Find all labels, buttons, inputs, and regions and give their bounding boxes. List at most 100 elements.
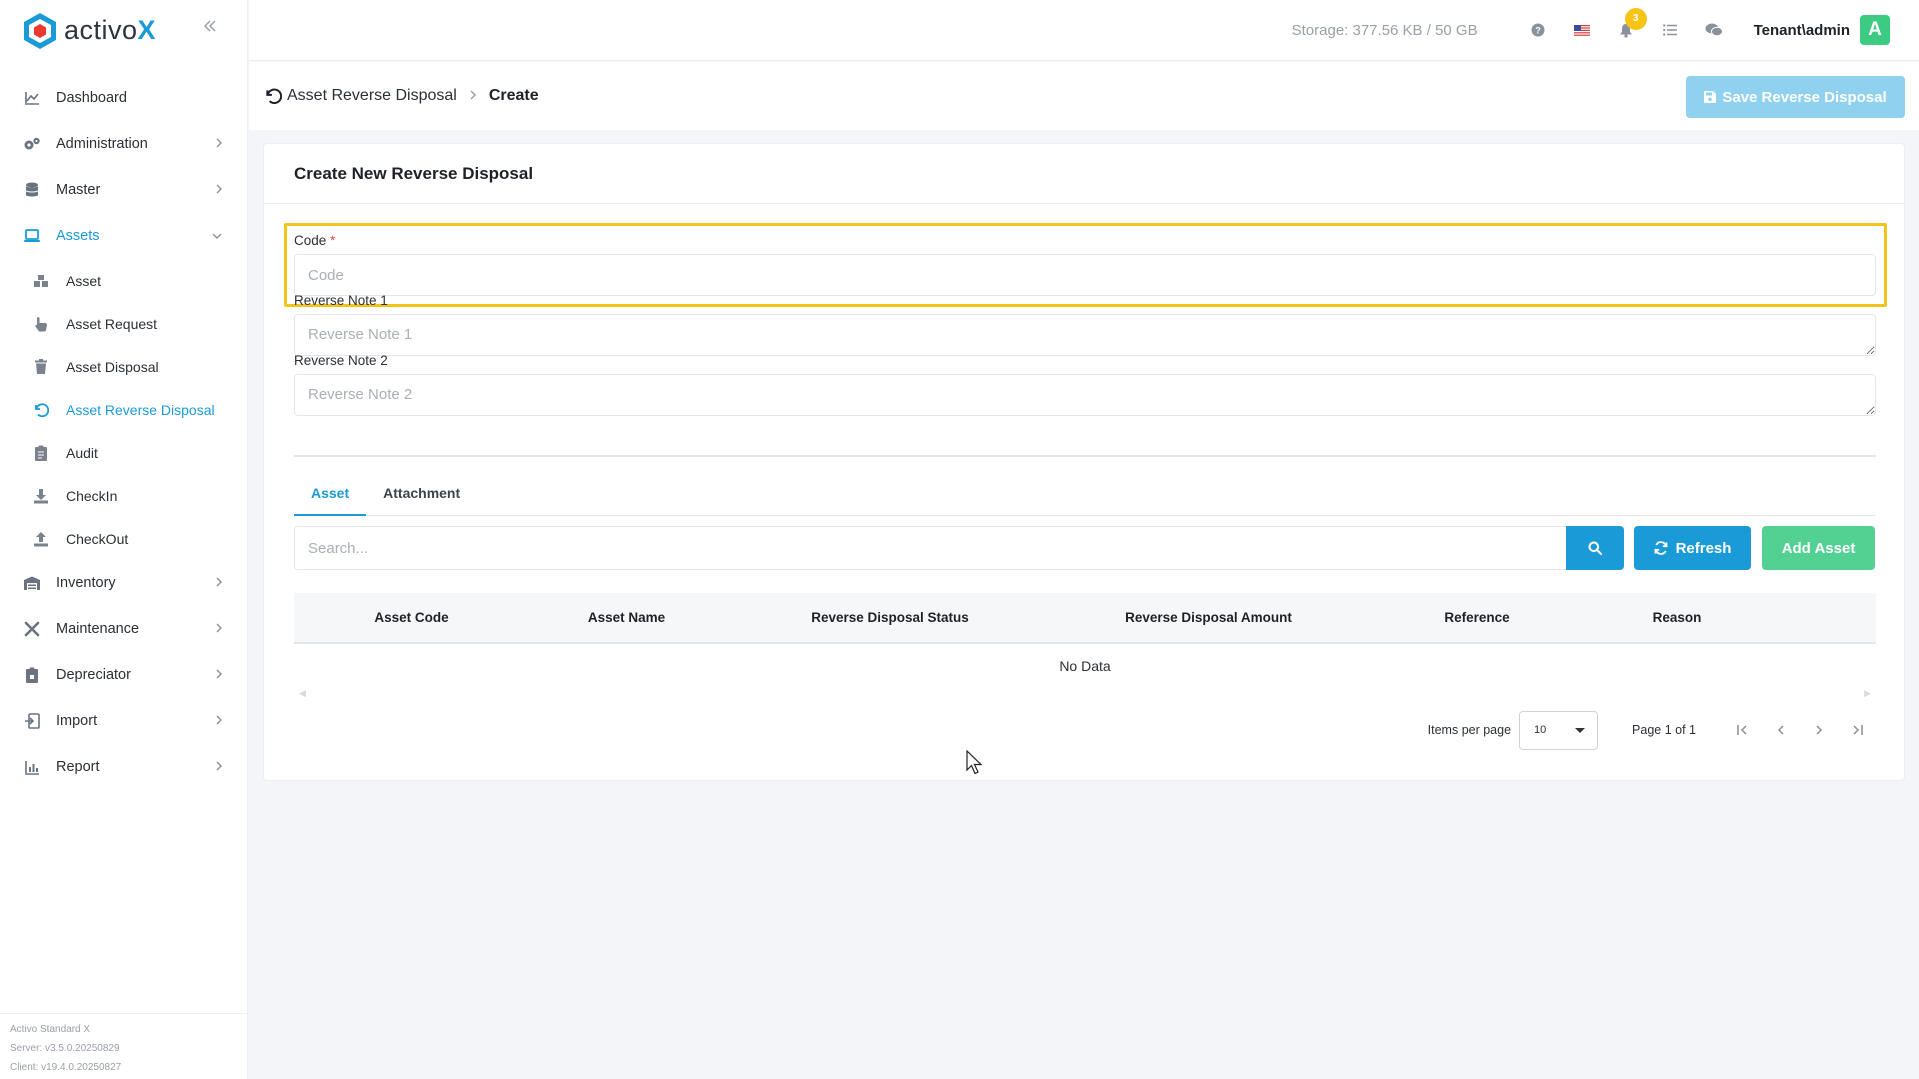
code-input[interactable] xyxy=(294,254,1876,296)
reverse-note-2-label: Reverse Note 2 xyxy=(294,353,388,368)
search-icon xyxy=(1588,541,1602,555)
trash-icon xyxy=(32,358,50,376)
sidebar-item-depreciator[interactable]: Depreciator xyxy=(0,652,247,698)
chevron-right-icon xyxy=(215,668,223,683)
boxes-icon xyxy=(32,272,50,290)
section-divider xyxy=(294,455,1876,457)
chevron-right-icon xyxy=(215,760,223,775)
chevron-right-icon xyxy=(215,183,223,198)
sidebar-item-dashboard[interactable]: Dashboard xyxy=(0,75,247,121)
us-flag-icon[interactable] xyxy=(1571,19,1593,41)
sidebar-subitem-asset[interactable]: Asset xyxy=(0,259,247,302)
import-icon xyxy=(22,711,42,731)
clipboard-list-icon xyxy=(32,444,50,462)
items-per-page-label: Items per page xyxy=(1427,723,1512,737)
reverse-note-1-label: Reverse Note 1 xyxy=(294,293,388,308)
reverse-note-2-input[interactable] xyxy=(294,374,1876,416)
paginator: Items per page 10 Page 1 of 1 xyxy=(294,710,1876,750)
horizontal-scrollbar[interactable]: ◀ ▶ xyxy=(294,688,1876,706)
sidebar-item-report[interactable]: Report xyxy=(0,744,247,790)
laptop-icon xyxy=(22,226,42,246)
sidebar-subitem-checkin[interactable]: CheckIn xyxy=(0,474,247,517)
items-per-page-select[interactable]: 10 xyxy=(1519,710,1599,750)
breadcrumb-current: Create xyxy=(488,87,539,104)
tab-attachment[interactable]: Attachment xyxy=(366,474,477,516)
last-page-icon[interactable] xyxy=(1838,711,1876,749)
bar-chart-icon xyxy=(22,757,42,777)
asset-search-row: Refresh Add Asset xyxy=(294,526,1876,570)
column-reverse-disposal-amount[interactable]: Reverse Disposal Amount xyxy=(1091,593,1326,642)
sidebar-item-master[interactable]: Master xyxy=(0,167,247,213)
save-reverse-disposal-button[interactable]: Save Reverse Disposal xyxy=(1686,76,1905,118)
sidebar-item-import[interactable]: Import xyxy=(0,698,247,744)
asset-search-input[interactable] xyxy=(294,526,1566,570)
column-asset-code[interactable]: Asset Code xyxy=(354,593,469,642)
breadcrumb-parent[interactable]: Asset Reverse Disposal xyxy=(287,87,457,105)
sidebar-subitem-asset-reverse-disposal[interactable]: Asset Reverse Disposal xyxy=(0,388,247,431)
help-icon[interactable]: ? xyxy=(1527,19,1549,41)
refresh-button[interactable]: Refresh xyxy=(1634,526,1751,570)
reverse-note-1-group: Reverse Note 1 xyxy=(294,293,1876,359)
required-marker: * xyxy=(330,233,336,248)
previous-page-icon[interactable] xyxy=(1762,711,1800,749)
undo-icon xyxy=(32,401,50,419)
download-icon xyxy=(32,487,50,505)
card-header: Create New Reverse Disposal xyxy=(264,144,1904,204)
column-reference[interactable]: Reference xyxy=(1417,593,1537,642)
scroll-left-icon[interactable]: ◀ xyxy=(299,688,306,699)
search-button[interactable] xyxy=(1566,526,1624,570)
sidebar-item-administration[interactable]: Administration xyxy=(0,121,247,167)
logo-text: activoX xyxy=(64,15,157,45)
avatar[interactable]: A xyxy=(1860,15,1890,45)
page-range: Page 1 of 1 xyxy=(1632,723,1696,737)
undo-icon xyxy=(263,86,283,106)
reverse-note-1-input[interactable] xyxy=(294,314,1876,356)
asset-table: Asset Code Asset Name Reverse Disposal S… xyxy=(294,593,1876,706)
add-asset-button[interactable]: Add Asset xyxy=(1762,526,1875,570)
sidebar-subitem-asset-disposal[interactable]: Asset Disposal xyxy=(0,345,247,388)
table-header: Asset Code Asset Name Reverse Disposal S… xyxy=(294,593,1876,644)
refresh-icon xyxy=(1654,541,1668,555)
next-page-icon[interactable] xyxy=(1800,711,1838,749)
top-bar: Storage: 377.56 KB / 50 GB ? 3 Tenant\ad… xyxy=(249,0,1919,61)
svg-text:?: ? xyxy=(1535,26,1541,36)
clipboard-icon xyxy=(22,665,42,685)
warehouse-icon xyxy=(22,573,42,593)
bell-icon[interactable]: 3 xyxy=(1615,8,1647,41)
tools-icon xyxy=(22,619,42,639)
user-name[interactable]: Tenant\admin xyxy=(1754,22,1850,39)
version-client: Client: v19.4.0.20250827 xyxy=(10,1062,122,1073)
version-info: Activo Standard X Server: v3.5.0.2025082… xyxy=(0,1013,248,1079)
first-page-icon[interactable] xyxy=(1724,711,1762,749)
chevron-right-icon xyxy=(215,576,223,591)
reverse-disposal-form-card: Create New Reverse Disposal Code * Rever… xyxy=(263,143,1905,781)
version-server: Server: v3.5.0.20250829 xyxy=(10,1043,120,1054)
collapse-sidebar-icon[interactable] xyxy=(199,17,221,39)
chat-icon[interactable] xyxy=(1703,19,1725,41)
code-label: Code * xyxy=(294,233,336,248)
logo[interactable]: activoX xyxy=(0,0,247,61)
reverse-note-2-group: Reverse Note 2 xyxy=(294,353,1876,419)
sidebar-item-assets[interactable]: Assets xyxy=(0,213,247,259)
save-icon xyxy=(1704,91,1717,103)
sidebar-subitem-checkout[interactable]: CheckOut xyxy=(0,517,247,560)
gears-icon xyxy=(22,134,42,154)
empty-table-message: No Data xyxy=(1059,658,1111,674)
chevron-down-icon xyxy=(211,229,223,243)
hand-pointer-icon xyxy=(32,315,50,333)
chevron-right-icon xyxy=(215,714,223,729)
sidebar-nav: Dashboard Administration Master Assets A… xyxy=(0,75,247,790)
sidebar-item-inventory[interactable]: Inventory xyxy=(0,560,247,606)
column-reason[interactable]: Reason xyxy=(1627,593,1727,642)
tab-asset[interactable]: Asset xyxy=(294,474,367,516)
sidebar-subitem-asset-request[interactable]: Asset Request xyxy=(0,302,247,345)
notification-badge: 3 xyxy=(1624,8,1647,30)
sidebar-item-maintenance[interactable]: Maintenance xyxy=(0,606,247,652)
column-reverse-disposal-status[interactable]: Reverse Disposal Status xyxy=(780,593,1000,642)
sidebar: activoX Dashboard Administration Master … xyxy=(0,0,248,1079)
breadcrumb: Asset Reverse Disposal Create Save Rever… xyxy=(249,62,1919,130)
scroll-right-icon[interactable]: ▶ xyxy=(1864,688,1871,699)
column-asset-name[interactable]: Asset Name xyxy=(574,593,679,642)
task-list-icon[interactable] xyxy=(1659,19,1681,41)
sidebar-subitem-audit[interactable]: Audit xyxy=(0,431,247,474)
